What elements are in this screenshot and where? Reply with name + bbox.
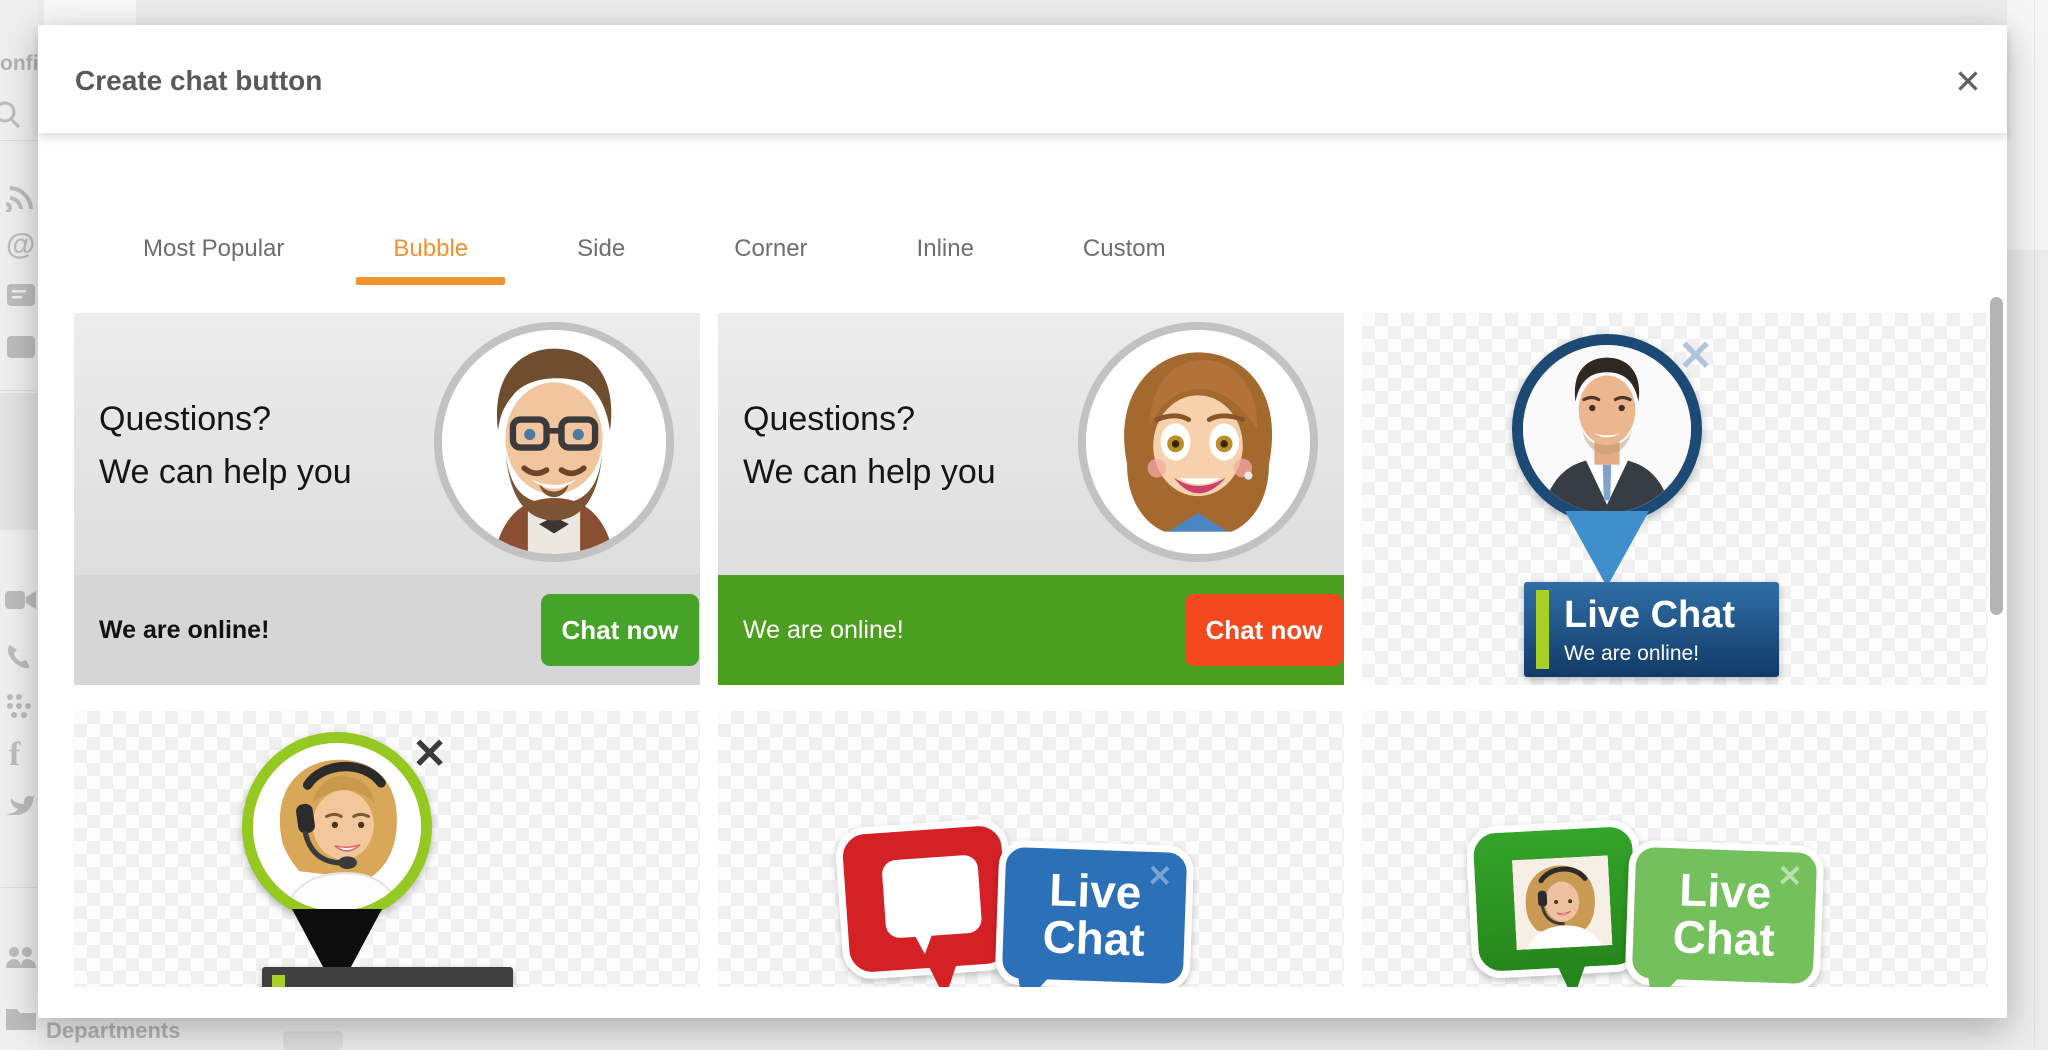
online-status-text: We are online!: [743, 616, 904, 645]
tab-bubble[interactable]: Bubble: [393, 235, 468, 285]
twitter-icon[interactable]: [4, 790, 36, 818]
phone-icon[interactable]: [5, 642, 35, 672]
background-sidebar: onfi @ f: [0, 0, 38, 1050]
tab-custom[interactable]: Custom: [1083, 235, 1166, 285]
tab-corner[interactable]: Corner: [734, 235, 807, 285]
online-status-text: We are online!: [99, 616, 269, 645]
search-icon[interactable]: [0, 98, 24, 132]
chat-button-grid: Questions? We can help you: [74, 313, 1988, 987]
dialog-title: Create chat button: [75, 65, 322, 97]
banner-stripe: [1536, 590, 1549, 669]
cartoon-woman-avatar: [1078, 322, 1318, 562]
backdrop-right-strip: [2007, 0, 2048, 250]
sidebar-selected-item[interactable]: [0, 393, 38, 530]
create-chat-button-dialog: Create chat button ✕ Most Popular Bubble…: [38, 25, 2007, 1018]
live-chat-banner: Live Chat We are online!: [1524, 582, 1779, 677]
banner-stripe: [272, 975, 285, 987]
cartoon-man-glasses-avatar: [434, 322, 674, 562]
chat-now-button[interactable]: Chat now: [1185, 594, 1343, 666]
chat-label: Chat: [1002, 912, 1185, 965]
backdrop-partial-text: onfi: [0, 52, 38, 76]
live-chat-banner: Live Chat: [262, 967, 513, 987]
close-icon[interactable]: ✕: [1147, 862, 1173, 893]
banner-question-text: Questions? We can help you: [99, 393, 352, 499]
chat-button-option-speech-green[interactable]: Live Chat ✕: [1362, 711, 1988, 987]
backdrop-dimmed-button: [283, 1031, 343, 1050]
banner-status-bar: We are online! Chat now: [74, 575, 700, 685]
close-icon[interactable]: ✕: [412, 733, 447, 775]
banner-body: Questions? We can help you: [718, 313, 1344, 575]
green-live-chat-bubble: Live Chat ✕: [1625, 840, 1825, 987]
blue-live-chat-bubble: Live Chat ✕: [995, 840, 1195, 987]
green-speech-bubble: [1465, 819, 1646, 980]
facebook-icon[interactable]: f: [9, 736, 20, 774]
solid-bar-icon[interactable]: [6, 335, 36, 359]
pin-pointer: [1565, 511, 1649, 587]
photo-woman-headset-small: [1512, 855, 1613, 950]
chat-card-icon[interactable]: [6, 283, 36, 311]
chat-button-option-green-banner[interactable]: Questions? We can help you: [718, 313, 1344, 685]
close-icon[interactable]: ✕: [1946, 59, 1990, 103]
banner-question-text: Questions? We can help you: [743, 393, 996, 499]
live-chat-label: Live Chat: [332, 983, 503, 987]
live-chat-label: Live Chat: [1564, 594, 1735, 637]
button-style-tabs: Most Popular Bubble Side Corner Inline C…: [143, 235, 1166, 285]
rss-icon[interactable]: [6, 182, 36, 212]
folder-icon[interactable]: [5, 1005, 37, 1031]
chat-button-option-pin-blue[interactable]: ✕: [1362, 313, 1988, 685]
online-status-text: We are online!: [1564, 642, 1699, 666]
banner-status-bar: We are online! Chat now: [718, 575, 1344, 685]
close-icon[interactable]: ✕: [1777, 862, 1803, 893]
chat-now-button[interactable]: Chat now: [541, 594, 699, 666]
chat-button-option-pin-dark[interactable]: ✕: [74, 711, 700, 987]
close-icon[interactable]: ✕: [1678, 335, 1713, 377]
page-scrollbar[interactable]: [2034, 0, 2035, 1050]
tab-side[interactable]: Side: [577, 235, 625, 285]
photo-man-suit-avatar: [1512, 334, 1702, 524]
backdrop-white-block: [44, 0, 136, 27]
video-camera-icon[interactable]: [5, 588, 37, 612]
dialog-scrollbar-thumb[interactable]: [1990, 297, 2003, 615]
backdrop-departments-label: Departments: [46, 1018, 180, 1044]
tab-most-popular[interactable]: Most Popular: [143, 235, 284, 285]
banner-body: Questions? We can help you: [74, 313, 700, 575]
chat-label: Chat: [1632, 912, 1815, 965]
dialog-header: Create chat button ✕: [38, 25, 2007, 133]
dots-grid-icon[interactable]: [5, 692, 35, 720]
chat-button-option-speech-red-blue[interactable]: Live Chat ✕: [718, 711, 1344, 987]
people-icon[interactable]: [4, 944, 38, 972]
tab-inline[interactable]: Inline: [917, 235, 974, 285]
chat-button-option-gray-banner[interactable]: Questions? We can help you: [74, 313, 700, 685]
at-icon[interactable]: @: [6, 228, 35, 262]
photo-woman-headset-avatar: [242, 732, 432, 922]
red-speech-bubble: [834, 817, 1017, 981]
white-chat-glyph: [881, 854, 982, 939]
